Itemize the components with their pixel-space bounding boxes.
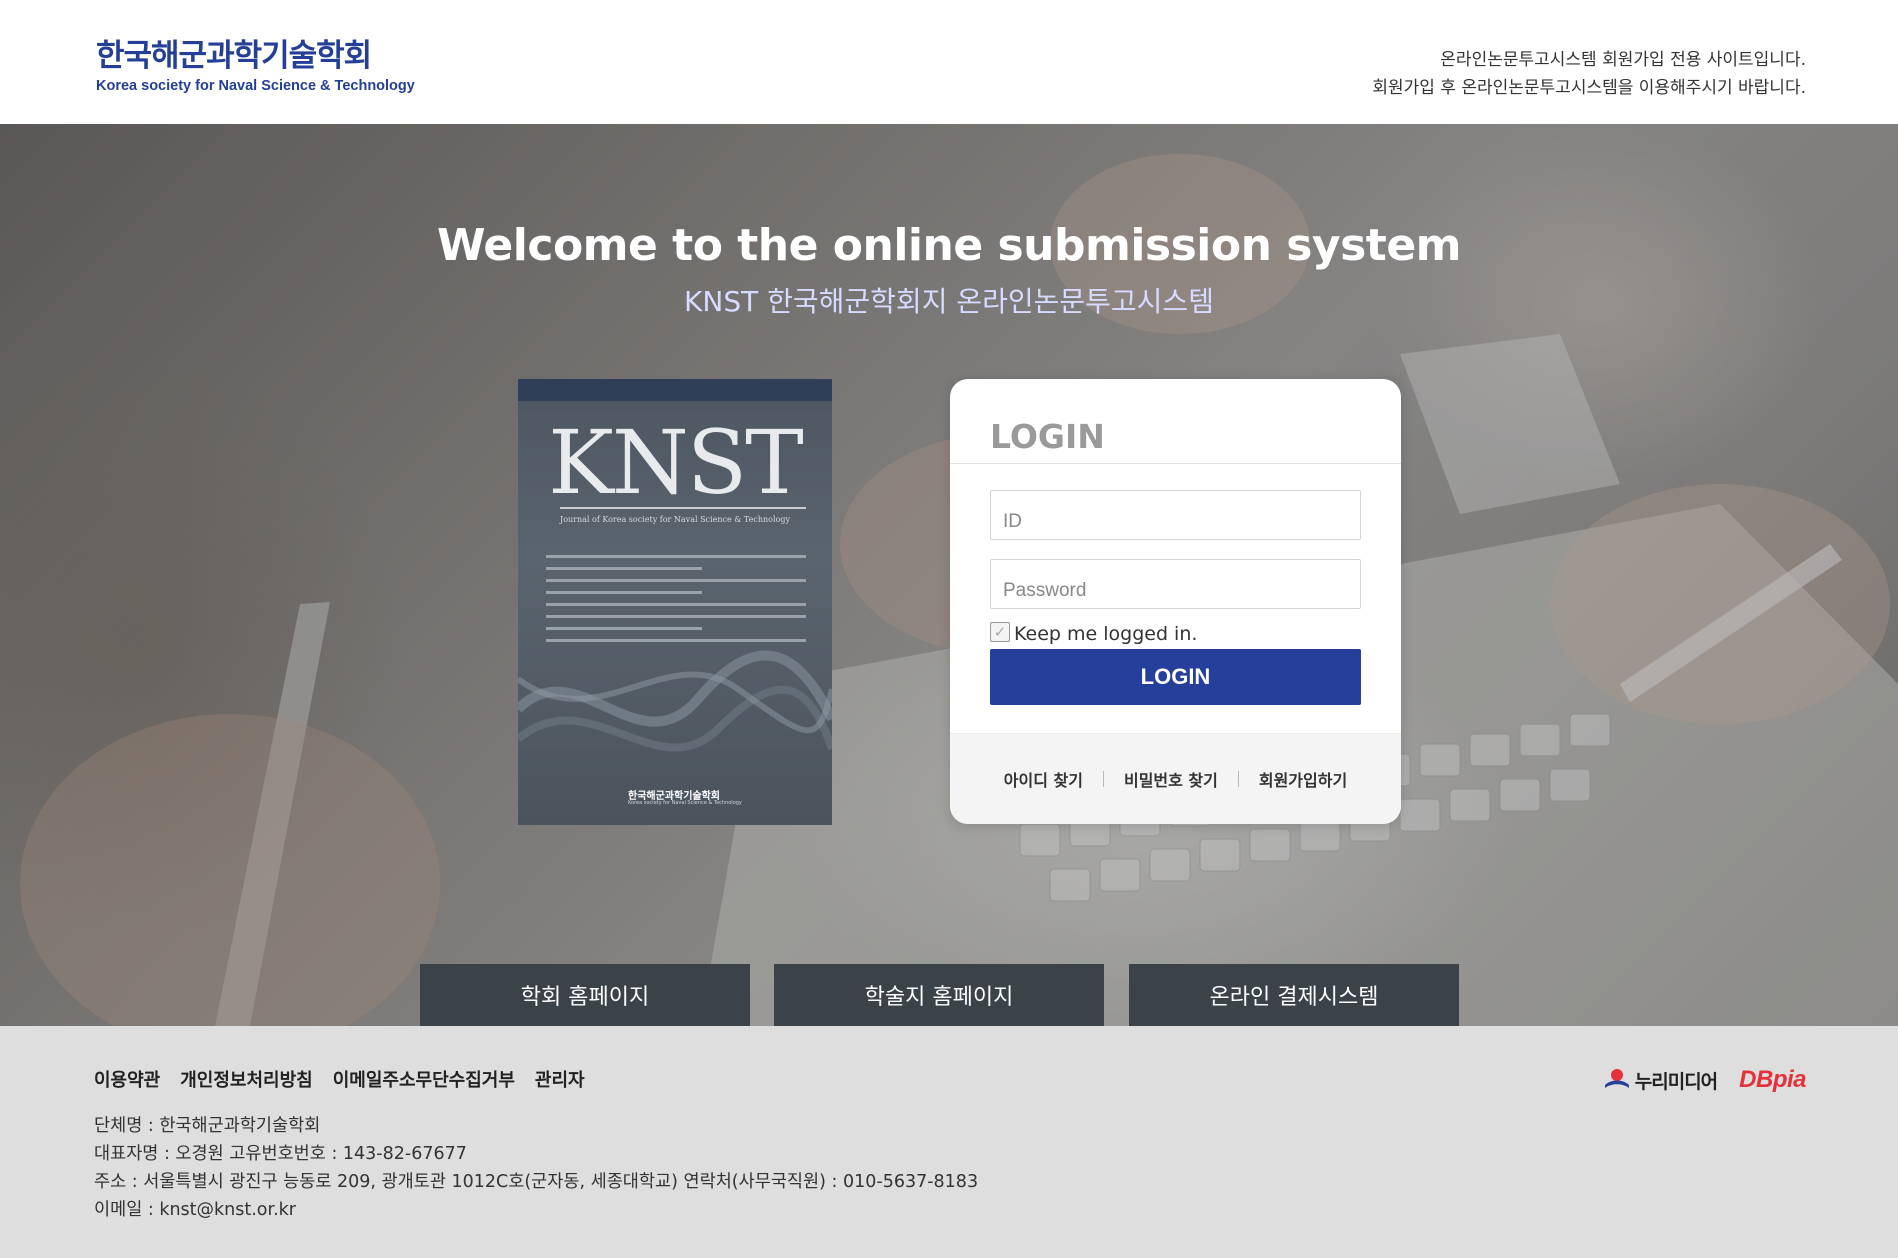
cover-subtitle: Journal of Korea society for Naval Scien… xyxy=(560,515,790,524)
privacy-policy-link[interactable]: 개인정보처리방침 xyxy=(180,1066,312,1092)
society-homepage-button[interactable]: 학회 홈페이지 xyxy=(420,964,750,1026)
notice-line-2: 회원가입 후 온라인논문투고시스템을 이용해주시기 바랍니다. xyxy=(1372,78,1806,98)
cover-wave-graphic xyxy=(518,650,832,752)
cover-contents-line xyxy=(546,555,806,558)
keep-logged-in[interactable]: ✓ Keep me logged in. xyxy=(990,619,1197,645)
payment-system-button[interactable]: 온라인 결제시스템 xyxy=(1129,964,1459,1026)
id-input[interactable] xyxy=(990,490,1361,540)
footer-email: 이메일 : knst@knst.or.kr xyxy=(94,1200,296,1220)
admin-link[interactable]: 관리자 xyxy=(535,1066,585,1092)
header-notice: 온라인논문투고시스템 회원가입 전용 사이트입니다. 회원가입 후 온라인논문투… xyxy=(1372,46,1806,102)
email-collection-refusal-link[interactable]: 이메일주소무단수집거부 xyxy=(333,1066,515,1092)
notice-line-1: 온라인논문투고시스템 회원가입 전용 사이트입니다. xyxy=(1440,50,1806,70)
nurimedia-logo[interactable]: 누리미디어 xyxy=(1603,1067,1718,1094)
nurimedia-mark-icon xyxy=(1604,1069,1629,1088)
password-input[interactable] xyxy=(990,559,1361,609)
nurimedia-label: 누리미디어 xyxy=(1634,1070,1718,1093)
site-footer: 이용약관 개인정보처리방침 이메일주소무단수집거부 관리자 단체명 : 한국해군… xyxy=(0,1026,1898,1258)
hero-title: Welcome to the online submission system xyxy=(436,220,1462,271)
keep-logged-in-label: Keep me logged in. xyxy=(1014,623,1198,645)
find-id-link[interactable]: 아이디 찾기 xyxy=(984,767,1103,791)
footer-nav: 이용약관 개인정보처리방침 이메일주소무단수집거부 관리자 xyxy=(94,1066,605,1092)
signup-link[interactable]: 회원가입하기 xyxy=(1239,767,1367,791)
footer-representative: 대표자명 : 오경원 고유번호번호 : 143-82-67677 xyxy=(94,1144,467,1164)
login-links: 아이디 찾기 비밀번호 찾기 회원가입하기 xyxy=(950,733,1401,824)
cover-publisher-english: Korea society for Naval Science & Techno… xyxy=(628,800,742,806)
footer-partner-logos: 누리미디어 DBpia xyxy=(1603,1066,1806,1094)
keep-logged-in-checkbox[interactable]: ✓ xyxy=(990,622,1010,642)
cover-title-rule xyxy=(560,507,806,509)
footer-address: 주소 : 서울특별시 광진구 능동로 209, 광개토관 1012C호(군자동,… xyxy=(94,1172,979,1192)
society-logo[interactable]: 한국해군과학기술학회 Korea society for Naval Scien… xyxy=(96,36,415,95)
cover-title: KNST xyxy=(548,411,804,514)
cover-contents-line xyxy=(546,603,806,606)
checkmark-icon: ✓ xyxy=(993,622,1007,641)
footer-org-name: 단체명 : 한국해군과학기술학회 xyxy=(94,1116,321,1136)
terms-link[interactable]: 이용약관 xyxy=(94,1066,160,1092)
find-password-link[interactable]: 비밀번호 찾기 xyxy=(1104,767,1238,791)
login-divider xyxy=(950,463,1401,464)
login-heading: LOGIN xyxy=(990,417,1105,456)
hero-subtitle: KNST 한국해군학회지 온라인논문투고시스템 xyxy=(684,285,1214,318)
journal-cover-image: KNST Journal of Korea society for Naval … xyxy=(518,379,832,825)
footer-info: 단체명 : 한국해군과학기술학회 대표자명 : 오경원 고유번호번호 : 143… xyxy=(94,1112,978,1224)
cover-contents-line xyxy=(546,591,702,594)
login-panel: LOGIN ✓ Keep me logged in. LOGIN 아이디 찾기 … xyxy=(950,379,1401,824)
cover-contents-line xyxy=(546,615,806,618)
login-button[interactable]: LOGIN xyxy=(990,649,1361,705)
hero-section: Welcome to the online submission system … xyxy=(0,124,1898,1026)
journal-homepage-button[interactable]: 학술지 홈페이지 xyxy=(774,964,1104,1026)
logo-english-name: Korea society for Naval Science & Techno… xyxy=(96,78,415,94)
dbpia-logo[interactable]: DBpia xyxy=(1739,1066,1806,1094)
logo-korean-name: 한국해군과학기술학회 xyxy=(96,38,372,74)
cover-contents-line xyxy=(546,579,806,582)
cover-contents-line xyxy=(546,567,702,570)
site-header: 한국해군과학기술학회 Korea society for Naval Scien… xyxy=(0,0,1898,124)
cover-top-bar xyxy=(518,379,832,401)
